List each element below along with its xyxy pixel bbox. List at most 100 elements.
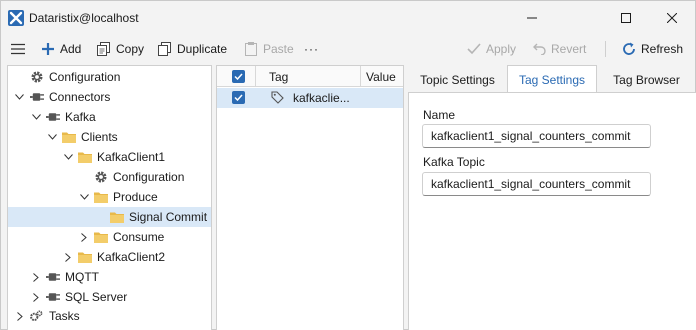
plus-icon — [41, 42, 55, 56]
tree-item-label: Kafka — [65, 110, 96, 124]
close-icon — [667, 13, 677, 23]
chevron-right-icon[interactable] — [79, 232, 89, 242]
plug-icon — [30, 90, 44, 104]
minimize-button[interactable] — [509, 1, 555, 35]
more-button[interactable]: ··· — [304, 40, 319, 58]
folder-icon — [94, 230, 108, 244]
refresh-icon — [622, 42, 636, 56]
name-field[interactable] — [422, 124, 651, 148]
chevron-down-icon[interactable] — [14, 92, 24, 102]
tree-item-connectors[interactable]: Connectors — [8, 87, 211, 107]
chevron-down-icon[interactable] — [31, 112, 41, 122]
refresh-button[interactable]: Refresh — [622, 40, 683, 58]
maximize-icon — [621, 13, 631, 23]
menu-button[interactable] — [11, 40, 30, 58]
tree-item-label: Configuration — [49, 70, 121, 84]
add-button[interactable]: Add — [41, 40, 81, 58]
table-row[interactable]: kafkaclie... — [217, 88, 403, 108]
tree-item-kafkaclient2[interactable]: KafkaClient2 — [8, 247, 211, 267]
app-window: Dataristix@localhost Add Copy Duplicate … — [0, 0, 696, 330]
tree-item-label: SQL Server — [65, 290, 128, 304]
tab-tag-browser[interactable]: Tag Browser — [600, 67, 693, 92]
tree-item-mqtt[interactable]: MQTT — [8, 267, 211, 287]
revert-button[interactable]: Revert — [532, 40, 586, 58]
kafka-topic-field[interactable] — [422, 172, 651, 196]
folder-icon — [94, 190, 108, 204]
hamburger-menu-icon — [11, 42, 25, 56]
row-checkbox[interactable] — [232, 91, 245, 104]
tree-item-kafkaclient1[interactable]: KafkaClient1 — [8, 147, 211, 167]
tree-item-tasks[interactable]: Tasks — [8, 306, 211, 326]
grid-header: Tag Value — [217, 66, 403, 87]
tab-tag-settings[interactable]: Tag Settings — [507, 65, 597, 93]
revert-label: Revert — [551, 42, 587, 56]
plug-icon — [46, 110, 60, 124]
tab-strip: Topic Settings Tag Settings Tag Browser — [408, 65, 696, 93]
apply-label: Apply — [486, 42, 517, 56]
tab-label: Tag Browser — [613, 72, 680, 87]
tree-item-signal-commit[interactable]: Signal Commit — [8, 207, 211, 227]
tree-item-kafka[interactable]: Kafka — [8, 107, 211, 127]
tree-item-consume[interactable]: Consume — [8, 227, 211, 247]
tree-item-configuration[interactable]: Configuration — [8, 67, 211, 87]
tree-item-label: KafkaClient2 — [97, 250, 166, 264]
column-header-value[interactable]: Value — [366, 70, 396, 84]
paste-label: Paste — [263, 42, 294, 56]
tree-item-clients[interactable]: Clients — [8, 127, 211, 147]
tag-icon — [271, 91, 284, 107]
close-button[interactable] — [649, 1, 695, 35]
tag-grid: Tag Value kafkaclie... — [216, 65, 404, 330]
tab-topic-settings[interactable]: Topic Settings — [408, 67, 507, 92]
window-title: Dataristix@localhost — [29, 11, 139, 25]
tree-item-client-configuration[interactable]: Configuration — [8, 167, 211, 187]
column-divider[interactable] — [255, 66, 256, 87]
plug-icon — [46, 290, 60, 304]
folder-icon — [78, 150, 92, 164]
folder-icon — [78, 250, 92, 264]
duplicate-label: Duplicate — [177, 42, 228, 56]
checkmark-icon — [467, 42, 481, 56]
kafka-topic-label: Kafka Topic — [423, 155, 485, 169]
dataristix-logo-icon — [8, 10, 24, 26]
navigation-tree: Configuration Connectors Kafka Clients K… — [7, 65, 212, 330]
chevron-right-icon[interactable] — [63, 252, 73, 262]
toolbar-divider — [605, 41, 606, 57]
tree-item-label: MQTT — [65, 270, 99, 284]
tree-item-label: Clients — [81, 130, 118, 144]
column-divider[interactable] — [360, 66, 361, 87]
gears-icon — [29, 309, 43, 323]
tree-item-label: KafkaClient1 — [97, 150, 166, 164]
gear-icon — [30, 70, 44, 84]
chevron-right-icon[interactable] — [15, 311, 25, 321]
column-header-tag[interactable]: Tag — [269, 70, 288, 84]
copy-label: Copy — [116, 42, 145, 56]
add-label: Add — [60, 42, 82, 56]
tree-item-label: Signal Commit — [129, 210, 208, 224]
folder-icon — [110, 210, 124, 224]
chevron-down-icon[interactable] — [79, 192, 89, 202]
tree-item-label: Configuration — [113, 170, 185, 184]
tree-item-label: Connectors — [49, 90, 111, 104]
minimize-icon — [527, 13, 537, 23]
chevron-right-icon[interactable] — [31, 292, 41, 302]
tab-label: Topic Settings — [420, 72, 495, 87]
more-label: ··· — [304, 42, 319, 56]
tag-settings-panel: Name Kafka Topic — [408, 92, 696, 330]
chevron-right-icon[interactable] — [31, 272, 41, 282]
chevron-down-icon[interactable] — [63, 152, 73, 162]
copy-button[interactable]: Copy — [97, 40, 144, 58]
duplicate-button[interactable]: Duplicate — [158, 40, 227, 58]
tree-item-produce[interactable]: Produce — [8, 187, 211, 207]
tree-item-label: Consume — [113, 230, 165, 244]
maximize-button[interactable] — [603, 1, 649, 35]
detail-panel: Topic Settings Tag Settings Tag Browser … — [408, 65, 696, 330]
chevron-down-icon[interactable] — [47, 132, 57, 142]
tree-item-sql-server[interactable]: SQL Server — [8, 287, 211, 307]
folder-icon — [62, 130, 76, 144]
duplicate-icon — [158, 42, 172, 56]
select-all-checkbox[interactable] — [232, 70, 245, 83]
apply-button[interactable]: Apply — [467, 40, 516, 58]
tree-item-label: Produce — [113, 190, 158, 204]
copy-icon — [97, 42, 111, 56]
paste-button[interactable]: Paste — [244, 40, 294, 58]
